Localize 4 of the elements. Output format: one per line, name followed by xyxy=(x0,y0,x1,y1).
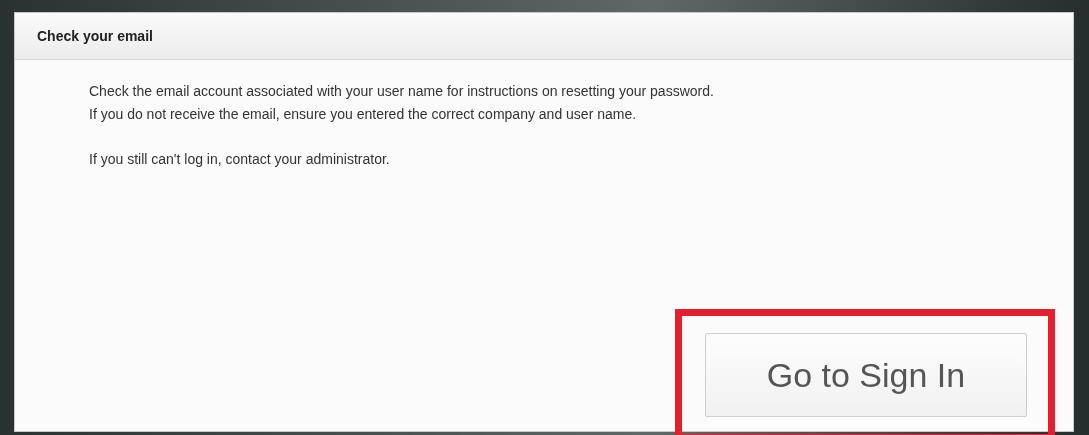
message-text: If you still can't log in, contact your administrator. xyxy=(89,150,391,169)
sign-in-button[interactable]: Go to Sign In xyxy=(705,333,1027,417)
dialog-title: Check your email xyxy=(37,28,153,44)
message-text: Check the email account associated with your user name for instructions on resetting your password. If you do not receive the email, ensure you entered the correct company and user name. xyxy=(89,82,715,124)
